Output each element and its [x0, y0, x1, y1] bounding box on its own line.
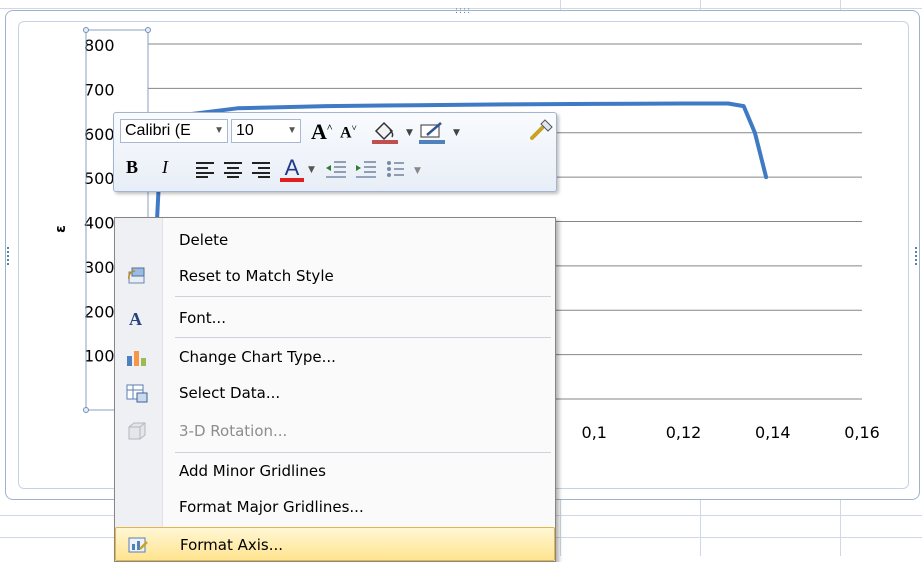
mini-format-toolbar: Calibri (E ▼ 10 ▼ A˄ A˅ ▼ ▼ B I A ▼ ▼ [113, 112, 557, 192]
menu-item-label: Font... [179, 309, 226, 327]
3d-rotation-icon [128, 422, 146, 440]
font-color-icon: A [284, 155, 300, 180]
context-menu: Delete Reset to Match Style A Font... Ch… [114, 217, 556, 562]
selection-handle[interactable] [83, 27, 89, 33]
svg-text:▼: ▼ [406, 128, 413, 138]
font-size-value: 10 [236, 122, 254, 139]
align-left-icon [196, 162, 214, 178]
svg-text:A: A [129, 309, 142, 328]
outline-color-button[interactable]: ▼ [417, 119, 463, 150]
align-left-button[interactable] [194, 160, 216, 183]
menu-item-label: Reset to Match Style [179, 267, 334, 285]
menu-separator [175, 296, 551, 297]
y-tick-label: 600 [84, 125, 115, 144]
y-tick-label: 300 [84, 258, 115, 277]
align-right-button[interactable] [250, 160, 272, 183]
align-center-icon [224, 162, 242, 178]
font-color-button[interactable]: A [280, 155, 304, 182]
y-tick-label: 400 [84, 214, 115, 233]
font-color-dropdown-icon[interactable]: ▼ [308, 165, 315, 175]
menu-item-label: Select Data... [179, 384, 281, 402]
grow-font-button[interactable]: A˄ [311, 119, 333, 145]
increase-indent-button[interactable] [354, 159, 378, 184]
pen-outline-icon: ▼ [419, 122, 460, 144]
bullets-button[interactable]: ▼ [386, 159, 426, 184]
bold-icon: B [126, 157, 139, 177]
menu-item-label: Format Axis... [180, 536, 284, 554]
decrease-indent-button[interactable] [324, 159, 348, 184]
y-tick-label: 800 [84, 36, 115, 55]
align-center-button[interactable] [222, 160, 244, 183]
italic-icon: I [162, 157, 168, 177]
shrink-font-button[interactable]: A˅ [340, 123, 357, 142]
reset-style-icon [128, 267, 145, 284]
dropdown-arrow-icon[interactable]: ▼ [214, 120, 224, 142]
font-name-value: Calibri (E [125, 122, 191, 139]
x-axis-tick-labels: 0,1 0,12 0,14 0,16 [582, 423, 880, 442]
y-tick-label: 100 [84, 347, 115, 366]
align-right-icon [252, 162, 270, 178]
italic-button[interactable]: I [162, 157, 168, 178]
y-tick-label: 500 [84, 169, 115, 188]
menu-separator [175, 452, 551, 453]
menu-item-delete[interactable]: Delete [115, 223, 555, 257]
menu-item-label: Format Major Gridlines... [179, 498, 364, 516]
menu-item-format-major-gridlines[interactable]: Format Major Gridlines... [115, 490, 555, 524]
format-painter-icon [530, 119, 553, 140]
selection-handle[interactable] [145, 27, 151, 33]
menu-item-label: Add Minor Gridlines [179, 462, 326, 480]
select-data-icon [126, 384, 148, 403]
selection-handle[interactable] [83, 407, 89, 413]
paint-bucket-icon: ▼ [372, 121, 413, 144]
format-painter-button[interactable] [528, 118, 554, 149]
menu-separator [175, 337, 551, 338]
menu-item-font[interactable]: A Font... [115, 301, 555, 335]
x-tick-label: 0,1 [582, 423, 607, 442]
font-name-box[interactable]: Calibri (E ▼ [120, 119, 228, 143]
dropdown-arrow-icon[interactable]: ▼ [287, 120, 297, 142]
font-icon: A [129, 309, 142, 328]
x-tick-label: 0,16 [844, 423, 880, 442]
y-axis-tick-labels: 800 700 600 500 400 300 200 100 [84, 36, 115, 366]
menu-item-label: 3-D Rotation... [179, 422, 288, 440]
format-axis-icon [128, 537, 148, 553]
fill-color-button[interactable]: ▼ [370, 119, 416, 150]
chart-type-icon [127, 351, 146, 366]
menu-item-reset-to-match-style[interactable]: Reset to Match Style [115, 259, 555, 293]
bullets-icon: ▼ [387, 161, 421, 177]
menu-item-3d-rotation[interactable]: 3-D Rotation... [115, 414, 555, 448]
grow-font-icon: A [311, 119, 327, 144]
shrink-font-icon: A [340, 124, 352, 142]
svg-text:▼: ▼ [453, 128, 460, 138]
menu-item-change-chart-type[interactable]: Change Chart Type... [115, 340, 555, 374]
menu-item-add-minor-gridlines[interactable]: Add Minor Gridlines [115, 454, 555, 488]
y-axis-title[interactable]: ε [53, 225, 69, 233]
y-tick-label: 700 [84, 80, 115, 99]
x-tick-label: 0,12 [666, 423, 702, 442]
increase-indent-icon [356, 161, 376, 178]
bold-button[interactable]: B [126, 157, 138, 178]
y-tick-label: 200 [84, 302, 115, 321]
decrease-indent-icon [326, 161, 346, 178]
menu-item-select-data[interactable]: Select Data... [115, 376, 555, 410]
font-size-box[interactable]: 10 ▼ [231, 119, 301, 143]
menu-item-label: Change Chart Type... [179, 348, 336, 366]
x-tick-label: 0,14 [755, 423, 791, 442]
svg-text:▼: ▼ [414, 166, 421, 176]
menu-item-label: Delete [179, 231, 229, 249]
